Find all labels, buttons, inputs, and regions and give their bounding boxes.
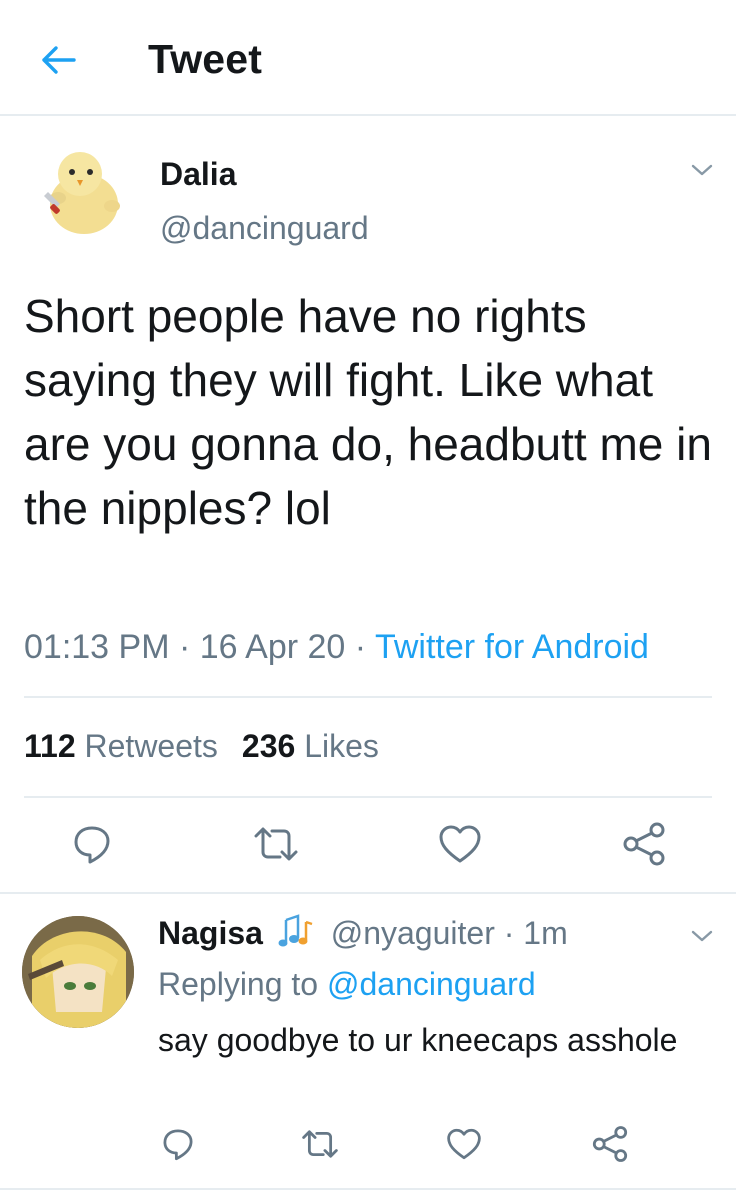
divider	[24, 796, 712, 798]
reply-reply-button[interactable]	[156, 1122, 200, 1166]
retweet-button[interactable]	[250, 818, 302, 870]
reply-text: say goodbye to ur kneecaps asshole	[158, 1022, 678, 1058]
share-icon	[623, 822, 665, 866]
reply-button[interactable]	[66, 818, 118, 870]
reply-like-button[interactable]	[442, 1122, 486, 1166]
heart-icon	[439, 825, 481, 863]
tweet-date: 16 Apr 20	[199, 628, 346, 666]
like-button[interactable]	[434, 818, 486, 870]
divider	[24, 696, 712, 698]
heart-icon	[447, 1128, 481, 1160]
tweet-meta: 01:13 PM · 16 Apr 20 · Twitter for Andro…	[24, 628, 649, 667]
meta-separator: ·	[354, 628, 367, 666]
page-title: Tweet	[148, 36, 263, 82]
tweet-text: Short people have no rights saying they …	[24, 290, 712, 534]
divider	[0, 1188, 736, 1190]
divider	[0, 892, 736, 894]
retweet-icon	[302, 1130, 338, 1158]
likes-label: Likes	[304, 728, 379, 764]
tweet-stats: 112 Retweets 236 Likes	[24, 728, 379, 765]
meta-separator: ·	[178, 628, 191, 666]
author-name[interactable]: Dalia	[160, 156, 236, 193]
reply-icon	[74, 826, 110, 864]
chevron-down-icon	[691, 930, 713, 942]
anime-avatar-image	[22, 916, 134, 1028]
reply-icon	[163, 1129, 193, 1161]
tweet-time: 01:13 PM	[24, 628, 170, 666]
replying-to-mention[interactable]: @dancinguard	[327, 966, 536, 1002]
reply-options-button[interactable]	[684, 924, 720, 948]
reply-share-button[interactable]	[588, 1122, 632, 1166]
retweets-label: Retweets	[84, 728, 218, 764]
replying-to-line: Replying to @dancinguard	[158, 966, 536, 1003]
likes-stat[interactable]: 236 Likes	[242, 728, 379, 764]
top-app-bar: Tweet	[0, 0, 736, 116]
back-button[interactable]	[30, 34, 86, 86]
reply-author-avatar[interactable]	[22, 916, 134, 1028]
music-notes-icon	[278, 914, 313, 947]
replying-to-label: Replying to	[158, 966, 319, 1002]
tweet-options-button[interactable]	[684, 158, 720, 182]
share-icon	[592, 1126, 628, 1162]
chevron-down-icon	[691, 164, 713, 176]
reply-header: Nagisa @nyaguiter · 1m	[158, 914, 568, 952]
chick-avatar-image	[44, 152, 120, 234]
arrow-left-icon	[42, 46, 76, 74]
likes-count: 236	[241, 728, 296, 764]
author-avatar[interactable]	[30, 140, 134, 244]
retweet-icon	[254, 827, 298, 861]
retweets-stat[interactable]: 112 Retweets	[24, 728, 218, 764]
retweets-count: 112	[24, 728, 76, 764]
tweet-source-link[interactable]: Twitter for Android	[375, 628, 649, 666]
reply-time: 1m	[523, 915, 568, 951]
reply-retweet-button[interactable]	[298, 1122, 342, 1166]
author-handle[interactable]: @dancinguard	[160, 210, 369, 247]
reply-author-name[interactable]: Nagisa	[158, 915, 263, 951]
meta-separator: ·	[503, 915, 515, 951]
reply-author-handle[interactable]: @nyaguiter	[331, 915, 495, 951]
share-button[interactable]	[618, 818, 670, 870]
